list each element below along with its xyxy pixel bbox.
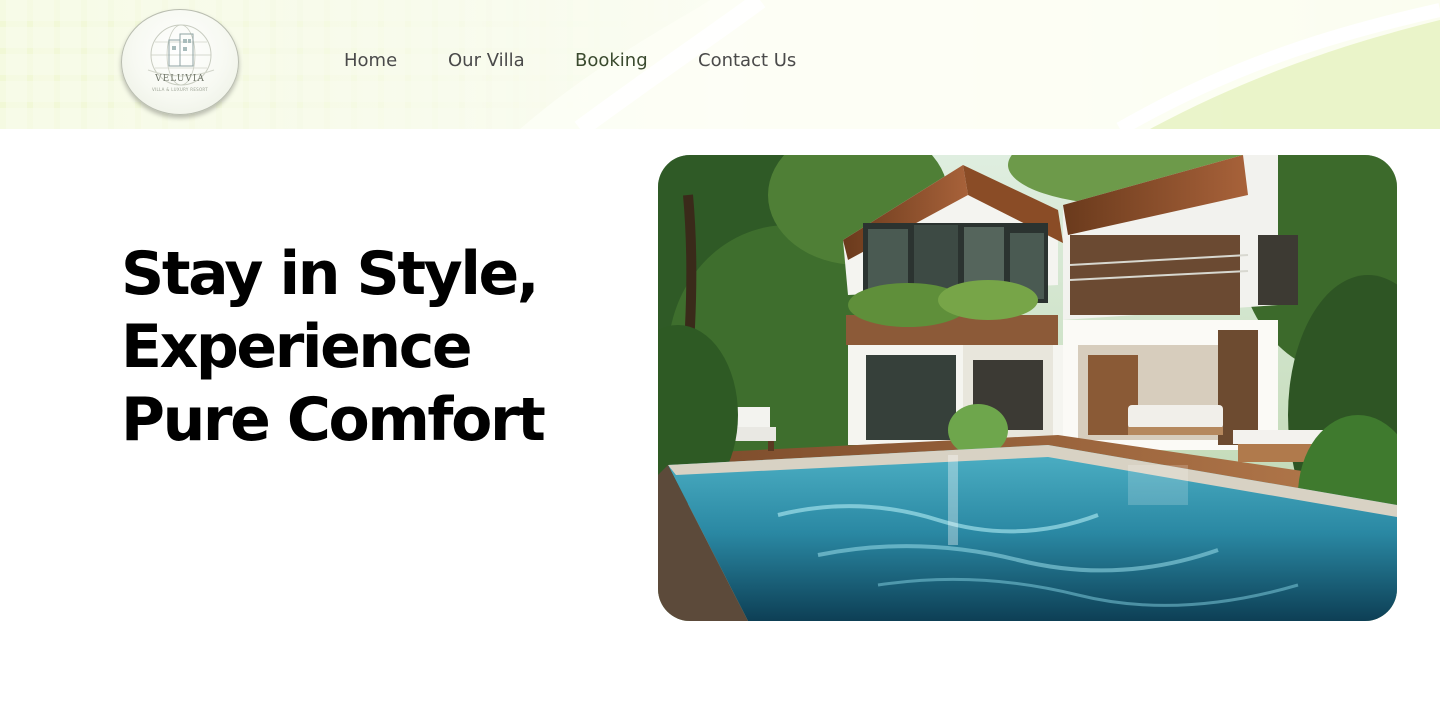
hero-heading-line-1: Stay in Style,	[121, 239, 540, 309]
hero-heading-line-3: Pure Comfort	[121, 385, 546, 455]
nav-our-villa-link[interactable]: Our Villa	[448, 50, 525, 71]
nav-booking-link[interactable]: Booking	[575, 50, 648, 71]
logo-wordmark: VELUVIA	[155, 74, 205, 84]
villa-pool-image	[658, 155, 1397, 621]
site-logo[interactable]: VELUVIA VILLA & LUXURY RESORT	[121, 9, 239, 115]
villa-pool-illustration	[658, 155, 1397, 621]
hero-heading: Stay in Style, Experience Pure Comfort	[121, 238, 601, 457]
logo-emblem-icon	[147, 24, 215, 86]
site-header: VELUVIA VILLA & LUXURY RESORT Home Our V…	[0, 0, 1440, 129]
nav-contact-us-link[interactable]: Contact Us	[698, 50, 796, 71]
nav-home-link[interactable]: Home	[344, 50, 397, 71]
logo-tagline: VILLA & LUXURY RESORT	[152, 87, 208, 92]
hero-heading-line-2: Experience	[121, 312, 473, 382]
